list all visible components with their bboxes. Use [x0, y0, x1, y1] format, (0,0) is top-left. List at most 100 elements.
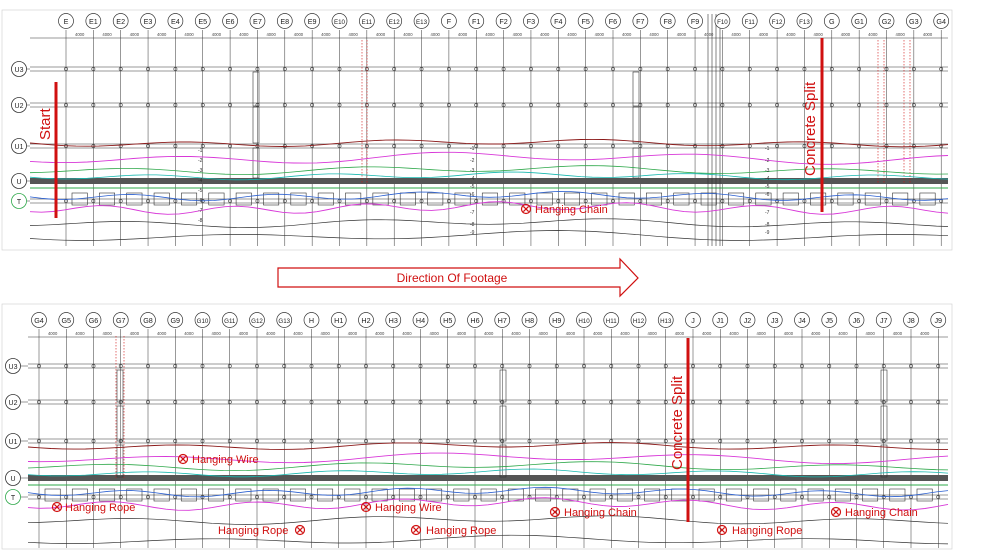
column-label: E9 [308, 17, 317, 26]
column-label: F8 [664, 17, 672, 26]
annotation-label: Hanging Chain [564, 507, 637, 519]
span-label: 4000 [729, 331, 739, 336]
span-label: 4000 [704, 32, 714, 37]
column-label: F1 [472, 17, 480, 26]
span-label: 4000 [896, 32, 906, 37]
column-label: J7 [880, 316, 888, 325]
column-label: G4 [34, 316, 44, 325]
span-label: 4000 [75, 331, 85, 336]
span-label: 4000 [184, 32, 194, 37]
column-label: G2 [882, 17, 892, 26]
column-label: E2 [116, 17, 125, 26]
column-label: H6 [470, 316, 479, 325]
span-label: 4000 [239, 32, 249, 37]
span-label: 4000 [920, 331, 930, 336]
row-label: U2 [15, 103, 24, 110]
column-label: G4 [936, 17, 946, 26]
column-label: J9 [934, 316, 942, 325]
column-label: H9 [552, 316, 561, 325]
column-label: E13 [416, 19, 428, 26]
span-label: 4000 [403, 32, 413, 37]
span-label: 4000 [675, 331, 685, 336]
column-label: F5 [581, 17, 589, 26]
footage-drawing: E 4000 E1 4000 E2 4000 E3 4000 E4 4000 E5 4000 E6 400… [0, 0, 985, 553]
annotation-label: Hanging Chain [845, 507, 918, 519]
span-label: 4000 [375, 331, 385, 336]
column-label: J2 [744, 316, 752, 325]
span-label: 4000 [212, 32, 222, 37]
column-label: F10 [717, 19, 728, 26]
contour-depth-label: -2 [765, 158, 770, 164]
annotation-label: Hanging Rope [65, 502, 135, 514]
span-label: 4000 [266, 331, 276, 336]
span-label: 4000 [784, 331, 794, 336]
contour-depth-label: -7 [470, 210, 475, 216]
column-label: J5 [825, 316, 833, 325]
column-label: G5 [61, 316, 71, 325]
column-label: H8 [525, 316, 534, 325]
span-label: 4000 [293, 331, 303, 336]
span-label: 4000 [731, 32, 741, 37]
span-label: 4000 [620, 331, 630, 336]
span-label: 4000 [923, 32, 933, 37]
column-label: J8 [907, 316, 915, 325]
column-label: H1 [334, 316, 343, 325]
column-label: F13 [799, 19, 810, 26]
column-label: F11 [745, 19, 756, 26]
concrete-split-label: Concrete Split [669, 375, 686, 470]
span-label: 4000 [239, 331, 249, 336]
span-label: 4000 [294, 32, 304, 37]
annotation-label: Hanging Chain [535, 204, 608, 216]
span-label: 4000 [567, 32, 577, 37]
span-label: 4000 [841, 32, 851, 37]
column-label: E5 [198, 17, 207, 26]
span-label: 4000 [595, 32, 605, 37]
column-label: G10 [197, 318, 209, 325]
column-label: E3 [144, 17, 153, 26]
column-label: J1 [716, 316, 724, 325]
span-label: 4000 [513, 32, 523, 37]
span-label: 4000 [102, 32, 112, 37]
column-label: G [829, 17, 835, 26]
contour-depth-label: -5 [198, 188, 203, 194]
hanging-chain-annotation: Hanging Chain [520, 203, 608, 216]
contour-depth-label: -9 [470, 230, 475, 236]
row-label: T [17, 199, 22, 206]
column-label: E4 [171, 17, 180, 26]
contour-depth-label: -3 [765, 168, 770, 174]
hanging-rope-annotation: Hanging Rope [51, 501, 135, 514]
column-label: H12 [633, 318, 645, 325]
contour-depth-label: -3 [470, 168, 475, 174]
span-label: 4000 [865, 331, 875, 336]
column-label: H11 [606, 318, 617, 325]
column-label: J4 [798, 316, 806, 325]
column-label: E8 [280, 17, 289, 26]
column-label: G11 [224, 318, 236, 325]
column-label: G12 [251, 318, 263, 325]
span-label: 4000 [157, 331, 167, 336]
column-label: G13 [278, 318, 290, 325]
row-label: U2 [9, 400, 18, 407]
column-label: H4 [416, 316, 425, 325]
column-label: H3 [389, 316, 398, 325]
span-label: 4000 [811, 331, 821, 336]
contour-depth-label: -7 [198, 208, 203, 214]
row-label: T [11, 495, 16, 502]
span-label: 4000 [102, 331, 112, 336]
contour-depth-label: -6 [198, 198, 203, 204]
column-label: E12 [389, 19, 401, 26]
annotation-label: Hanging Rope [426, 525, 496, 537]
column-label: F12 [772, 19, 783, 26]
span-label: 4000 [702, 331, 712, 336]
span-label: 4000 [593, 331, 603, 336]
contour-depth-label: -4 [198, 178, 203, 184]
column-label: E7 [253, 17, 262, 26]
contour-depth-label: -7 [765, 210, 770, 216]
contour-depth-label: -4 [765, 176, 770, 182]
row-label: U1 [9, 439, 18, 446]
span-label: 4000 [130, 331, 140, 336]
span-label: 4000 [402, 331, 412, 336]
column-label: F4 [554, 17, 562, 26]
contour-depth-label: -1 [765, 146, 770, 152]
span-label: 4000 [649, 32, 659, 37]
